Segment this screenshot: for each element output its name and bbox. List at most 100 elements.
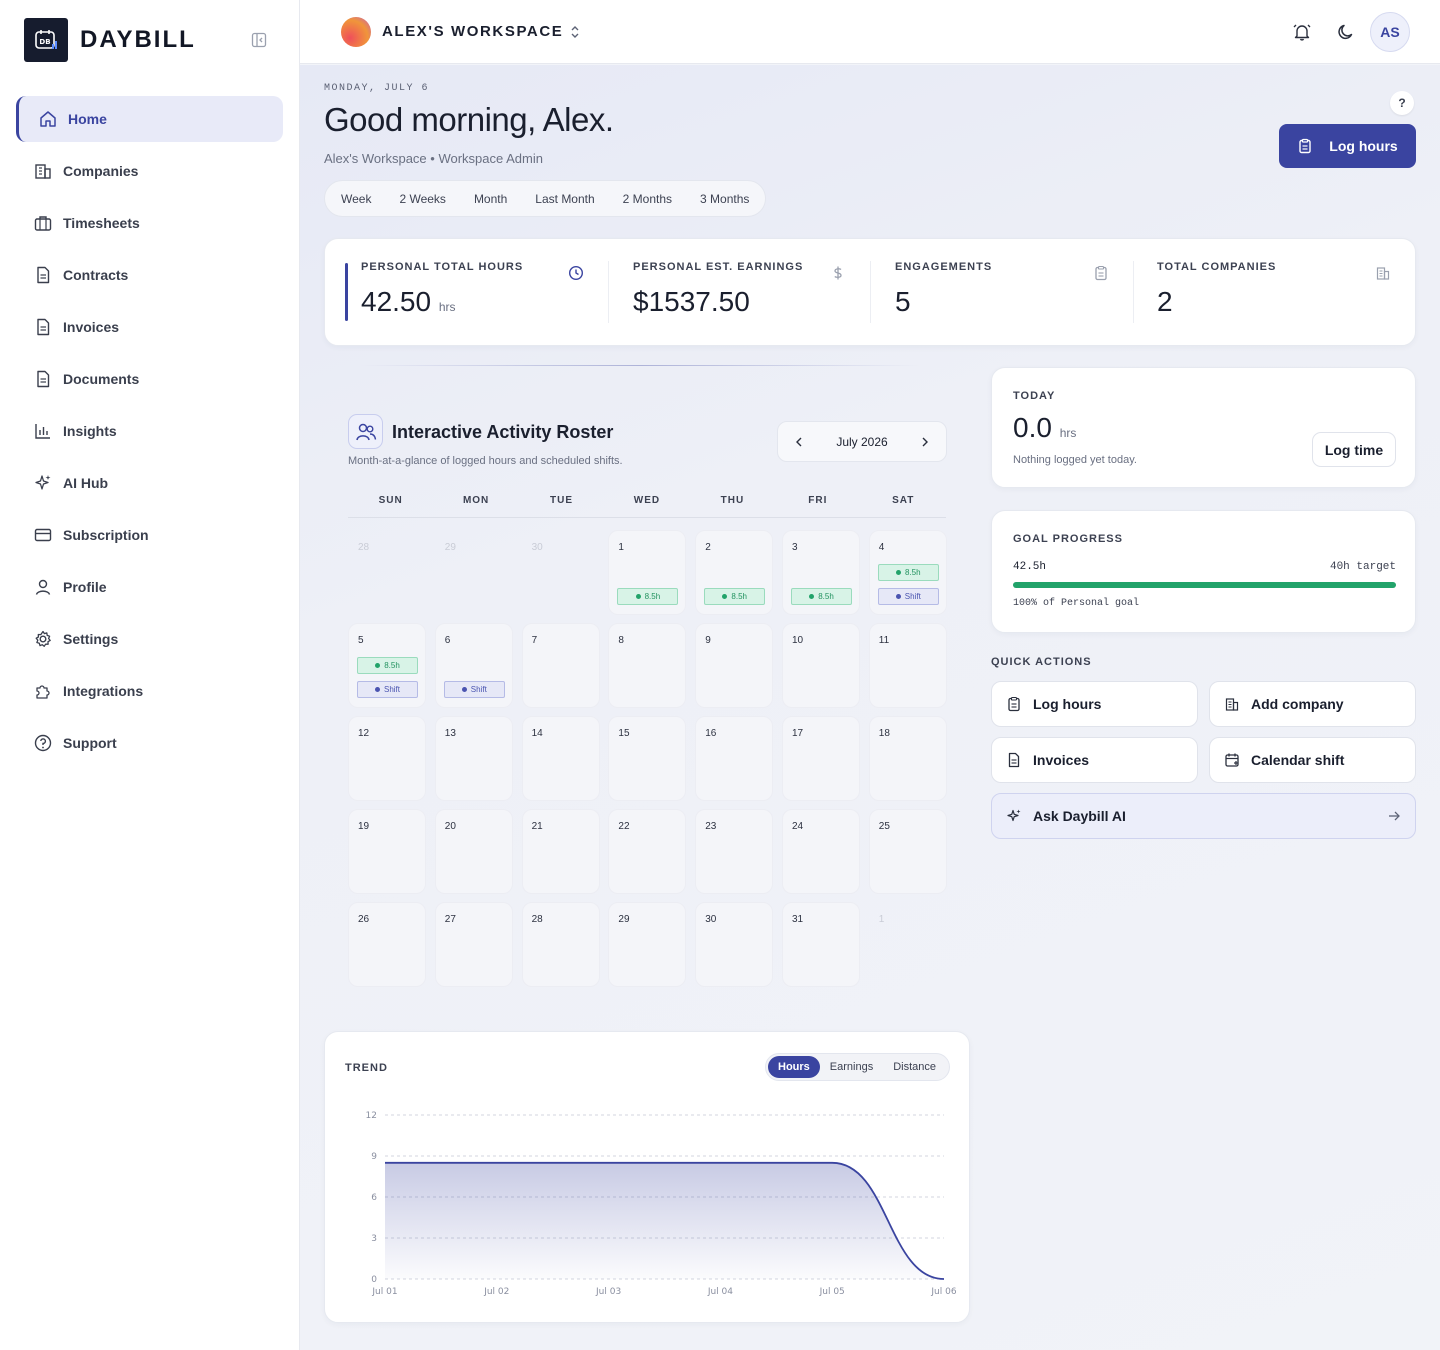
calendar-day-cell[interactable]: 10 [782,623,860,708]
calendar-day-cell[interactable]: 21 [521,809,600,894]
calendar-day-number: 30 [705,914,717,925]
sidebar-item-home[interactable]: Home [16,96,283,142]
quick-action-calendar-shift[interactable]: Calendar shift [1209,737,1416,783]
trend-card: TREND Hours Earnings Distance 0 3 6 9 12 Jul … [324,1031,970,1323]
range-tab-3-months[interactable]: 3 Months [700,192,749,206]
calendar-day-cell[interactable]: 14 [521,716,600,801]
calendar-day-cell[interactable]: 15 [608,716,687,801]
calendar-day-cell[interactable]: 2 8.5h [695,530,774,615]
calendar-day-cell[interactable]: 28 [521,902,600,987]
calendar-day-cell[interactable]: 19 [348,809,426,894]
calendar-day-cell[interactable]: 1 8.5h [608,530,687,615]
range-tab-last-month[interactable]: Last Month [535,192,594,206]
sidebar-item-insights[interactable]: Insights [16,408,283,454]
workspace-subtitle: Alex's Workspace • Workspace Admin [324,151,543,166]
stat-value: 5 [895,286,911,317]
quick-action-label: Invoices [1033,752,1090,768]
file-icon [37,370,50,388]
sidebar-item-documents[interactable]: Documents [16,356,283,402]
log-time-button[interactable]: Log time [1312,432,1396,467]
user-avatar[interactable]: AS [1370,12,1410,52]
calendar-day-cell[interactable]: 31 [782,902,860,987]
help-button[interactable]: ? [1390,91,1414,115]
calendar-day-number: 20 [444,821,456,832]
calendar-day-cell[interactable]: 25 [868,809,947,894]
chip-label: 8.5h [905,568,921,577]
calendar-day-cell[interactable]: 9 [695,623,774,708]
sidebar-item-contracts[interactable]: Contracts [16,252,283,298]
quick-action-log-hours[interactable]: Log hours [991,681,1198,727]
calendar-day-cell[interactable]: 3 8.5h [782,530,860,615]
metric-tab-hours[interactable]: Hours [768,1056,820,1078]
calendar-day-cell[interactable]: 7 [521,623,600,708]
sidebar-item-support[interactable]: Support [16,720,283,766]
calendar-day-cell[interactable]: 16 [695,716,774,801]
stat-label: PERSONAL EST. EARNINGS [633,261,804,273]
workspace-avatar[interactable] [341,17,371,47]
calendar-day-cell[interactable]: 23 [695,809,774,894]
calendar-day-cell[interactable]: 27 [434,902,513,987]
date-range-tabs: Week 2 Weeks Month Last Month 2 Months 3… [324,180,767,217]
ask-daybill-ai-button[interactable]: Ask Daybill AI [991,793,1416,839]
shift-chip[interactable]: Shift [877,588,939,605]
collapse-sidebar-icon[interactable] [251,32,267,48]
range-tab-2-weeks[interactable]: 2 Weeks [399,192,445,206]
range-tab-month[interactable]: Month [474,192,507,206]
brand[interactable]: DB DAYBILL [24,18,196,62]
calendar-day-cell[interactable]: 12 [348,716,426,801]
sidebar-item-subscription[interactable]: Subscription [16,512,283,558]
calendar-day-cell[interactable]: 18 [868,716,947,801]
hours-chip[interactable]: 8.5h [877,564,939,581]
bell-icon[interactable] [1292,22,1312,42]
quick-action-invoices[interactable]: Invoices [991,737,1198,783]
today-number: 0.0 [1013,412,1052,443]
calendar-day-cell[interactable]: 22 [608,809,687,894]
sidebar-item-invoices[interactable]: Invoices [16,304,283,350]
stat-personal-hours: PERSONAL TOTAL HOURS 42.50 hrs [361,261,523,323]
chevron-right-icon[interactable] [918,435,932,449]
chevron-up-down-icon[interactable] [568,24,582,40]
hours-chip[interactable]: 8.5h [791,588,852,605]
calendar-day-cell[interactable]: 6 Shift [434,623,513,708]
goal-note: 100% of Personal goal [1013,598,1140,609]
moon-icon[interactable] [1336,22,1356,42]
sidebar-item-ai-hub[interactable]: AI Hub [16,460,283,506]
calendar-day-cell[interactable]: 20 [434,809,513,894]
sidebar-item-integrations[interactable]: Integrations [16,668,283,714]
calendar-icon [1225,753,1239,767]
sidebar-item-settings[interactable]: Settings [16,616,283,662]
shift-chip[interactable]: Shift [443,681,505,698]
metric-tab-distance[interactable]: Distance [883,1056,946,1078]
hours-chip[interactable]: 8.5h [617,588,679,605]
y-tick-label: 12 [366,1111,377,1121]
stat-value: 42.50 hrs [361,286,523,318]
calendar-day-cell[interactable]: 30 [695,902,774,987]
sidebar-item-companies[interactable]: Companies [16,148,283,194]
sidebar-item-profile[interactable]: Profile [16,564,283,610]
stat-value: $1537.50 [633,286,750,317]
shift-chip[interactable]: Shift [357,681,418,698]
quick-action-add-company[interactable]: Add company [1209,681,1416,727]
workspace-name[interactable]: ALEX'S WORKSPACE [382,23,563,40]
calendar-day-cell[interactable]: 4 8.5h Shift [868,530,947,615]
calendar-day-cell[interactable]: 24 [782,809,860,894]
calendar-day-cell[interactable]: 17 [782,716,860,801]
hours-chip[interactable]: 8.5h [357,657,418,674]
calendar-day-cell[interactable]: 8 [608,623,687,708]
calendar-day-cell[interactable]: 5 8.5h Shift [348,623,426,708]
file-icon [37,318,50,336]
credit-card-icon [34,528,52,542]
calendar-day-cell[interactable]: 26 [348,902,426,987]
hours-chip[interactable]: 8.5h [704,588,766,605]
calendar-day-cell[interactable]: 11 [868,623,947,708]
calendar-day-cell[interactable]: 13 [434,716,513,801]
weekday-label: THU [720,495,745,506]
log-hours-button[interactable]: Log hours [1279,124,1416,168]
arrow-right-icon [1389,811,1400,821]
range-tab-week[interactable]: Week [341,192,371,206]
range-tab-2-months[interactable]: 2 Months [623,192,672,206]
main-content: MONDAY, JULY 6 Good morning, Alex. Alex'… [300,65,1440,1350]
calendar-day-cell[interactable]: 29 [608,902,687,987]
sidebar-item-timesheets[interactable]: Timesheets [16,200,283,246]
metric-tab-earnings[interactable]: Earnings [820,1056,883,1078]
